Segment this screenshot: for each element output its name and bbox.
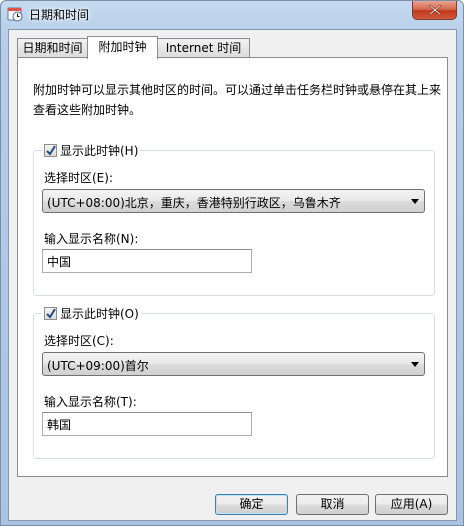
dropdown-arrow-icon (411, 199, 419, 204)
display-name-1-input[interactable] (42, 249, 252, 273)
title-bar[interactable]: 日期和时间 (1, 1, 463, 29)
show-clock-2-label: 显示此时钟(O) (60, 306, 139, 321)
cancel-button[interactable]: 取消 (296, 494, 369, 515)
clock-calendar-icon (7, 6, 23, 22)
clock-group-2: 显示此时钟(O) 选择时区(C): (UTC+09:00)首尔 输入显示名称(T… (33, 305, 435, 459)
timezone-1-select[interactable]: (UTC+08:00)北京，重庆，香港特别行政区，乌鲁木齐 (42, 189, 425, 213)
additional-clocks-panel: 附加时钟可以显示其他时区的时间。可以通过单击任务栏时钟或悬停在其上来查看这些附加… (17, 57, 448, 477)
timezone-2-label: 选择时区(C): (44, 334, 114, 348)
timezone-1-value: (UTC+08:00)北京，重庆，香港特别行政区，乌鲁木齐 (47, 196, 341, 210)
timezone-1-label: 选择时区(E): (44, 171, 113, 185)
dialog-client-area: 日期和时间 附加时钟 Internet 时间 附加时钟可以显示其他时区的时间。可… (8, 29, 457, 521)
timezone-2-value: (UTC+09:00)首尔 (47, 359, 149, 373)
display-name-2-input[interactable] (42, 412, 252, 436)
show-clock-1-label: 显示此时钟(H) (60, 143, 139, 158)
show-clock-1-checkbox[interactable] (44, 143, 57, 157)
tab-internet-time[interactable]: Internet 时间 (157, 38, 250, 57)
tab-additional-clocks[interactable]: 附加时钟 (87, 36, 158, 59)
date-time-dialog: 日期和时间 日期和时间 附加时钟 Internet 时间 附加时钟可以显示其他时… (0, 0, 464, 526)
dropdown-arrow-icon (411, 362, 419, 367)
ok-button[interactable]: 确定 (215, 494, 288, 515)
close-button[interactable] (412, 1, 457, 20)
display-name-2-label: 输入显示名称(T): (44, 395, 137, 409)
display-name-1-label: 输入显示名称(N): (44, 232, 139, 246)
show-clock-2-toggle[interactable]: 显示此时钟(O) (42, 305, 141, 321)
show-clock-2-checkbox[interactable] (44, 306, 57, 320)
window-title: 日期和时间 (29, 8, 90, 22)
apply-button[interactable]: 应用(A) (375, 494, 448, 515)
clock-group-1: 显示此时钟(H) 选择时区(E): (UTC+08:00)北京，重庆，香港特别行… (33, 142, 435, 296)
tab-date-and-time[interactable]: 日期和时间 (17, 38, 88, 57)
checkmark-icon (46, 307, 56, 319)
timezone-2-select[interactable]: (UTC+09:00)首尔 (42, 352, 425, 376)
description-text: 附加时钟可以显示其他时区的时间。可以通过单击任务栏时钟或悬停在其上来查看这些附加… (33, 83, 442, 117)
show-clock-1-toggle[interactable]: 显示此时钟(H) (42, 142, 141, 158)
checkmark-icon (46, 144, 56, 156)
